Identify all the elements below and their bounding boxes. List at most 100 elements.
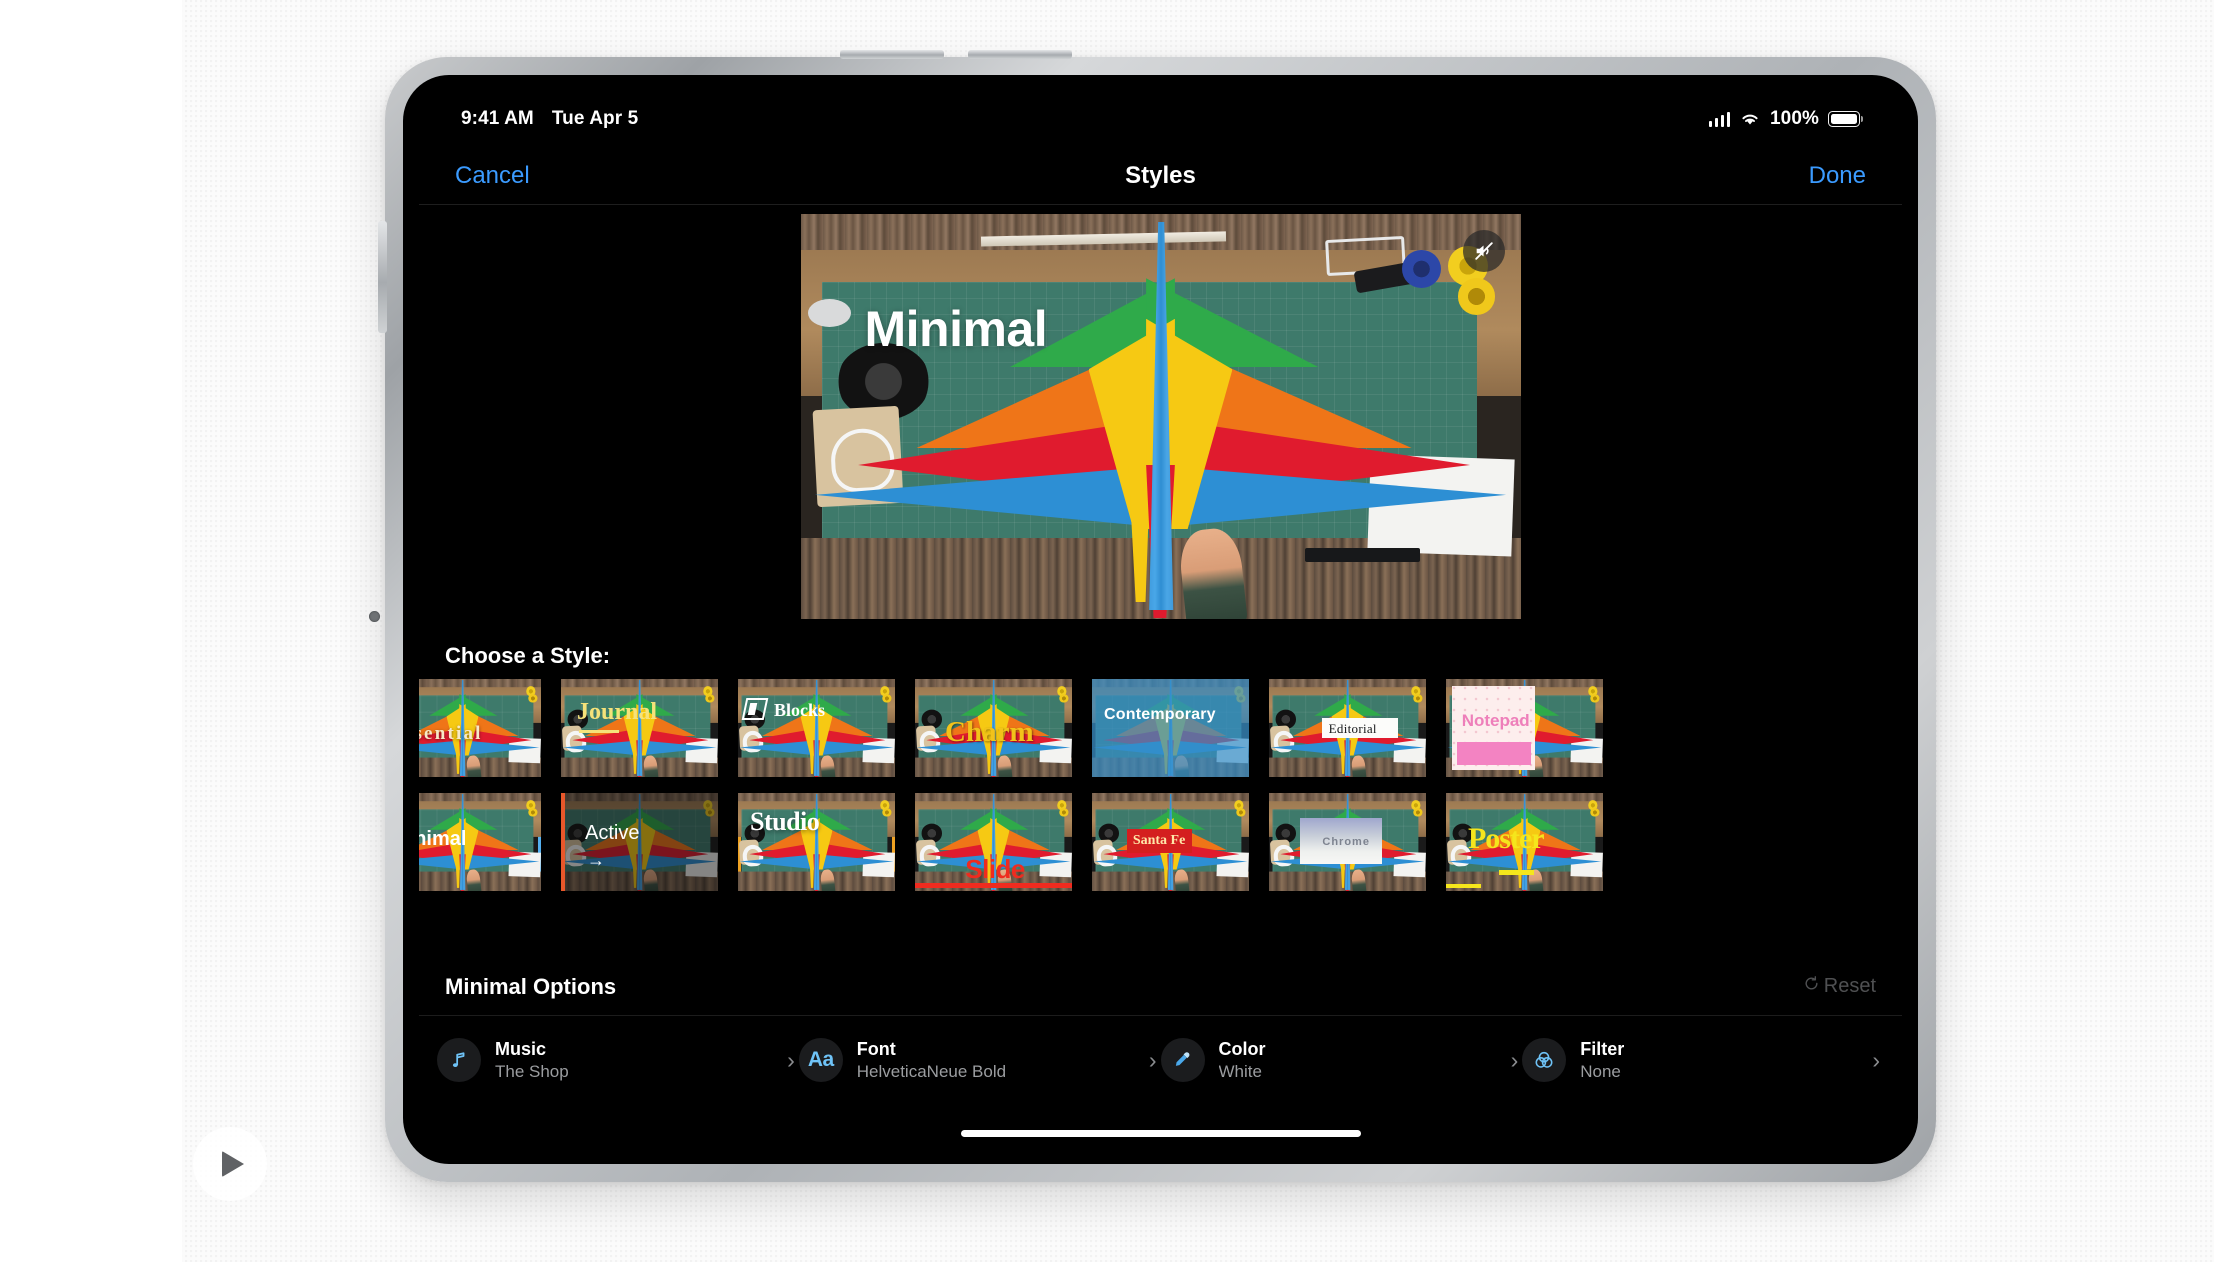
battery-percent-label: 100% <box>1770 108 1819 129</box>
preview-style-title: Minimal <box>864 300 1048 357</box>
play-icon <box>222 1151 244 1177</box>
status-date: Tue Apr 5 <box>551 108 639 129</box>
style-thumb-slide[interactable]: Slide <box>915 793 1072 891</box>
chevron-right-icon: › <box>787 1046 795 1073</box>
option-color[interactable]: Color White › <box>1160 1038 1523 1082</box>
music-note-icon <box>437 1038 481 1082</box>
option-font[interactable]: Aa Font HelveticaNeue Bold › <box>798 1038 1161 1082</box>
style-thumb-label: Contemporary <box>1104 706 1216 724</box>
style-thumb-label: Active <box>585 822 640 845</box>
style-thumb-studio[interactable]: Studio <box>738 793 895 891</box>
style-thumb-label: Charm <box>945 716 1034 749</box>
background-left-band <box>0 0 182 1262</box>
style-thumb-label: Santa Fe <box>1132 833 1186 849</box>
filter-circles-icon <box>1522 1038 1567 1082</box>
volume-up-button[interactable] <box>840 50 944 59</box>
choose-a-style-label: Choose a Style: <box>445 643 611 668</box>
option-label: Font <box>856 1038 896 1059</box>
style-thumb-label: Editorial <box>1328 721 1377 737</box>
battery-icon <box>1828 111 1860 127</box>
page-root: 9:41 AM Tue Apr 5 100% Cancel Styles Don… <box>0 0 2214 1262</box>
play-button[interactable] <box>193 1127 267 1201</box>
cancel-button[interactable]: Cancel <box>445 158 540 194</box>
style-thumb-blocks[interactable]: Blocks <box>738 679 895 777</box>
option-value: None <box>1580 1061 1621 1081</box>
active-accent-bar <box>561 793 565 891</box>
font-aa-icon: Aa <box>798 1038 843 1082</box>
chevron-right-icon: › <box>1148 1046 1157 1073</box>
option-color-text: Color White <box>1219 1039 1266 1082</box>
option-label: Color <box>1218 1038 1266 1059</box>
style-thumb-label: Journal <box>577 698 658 725</box>
style-thumb-label: Poster <box>1467 822 1545 856</box>
wifi-icon <box>1739 111 1761 127</box>
option-value: HelveticaNeue Bold <box>856 1061 1007 1081</box>
video-preview[interactable]: Minimal <box>800 213 1521 619</box>
home-indicator[interactable] <box>960 1130 1361 1137</box>
navigation-bar: Cancel Styles Done <box>419 147 1902 205</box>
option-value: White <box>1218 1061 1262 1081</box>
style-thumb-minimal[interactable]: Minimal <box>419 793 541 891</box>
style-thumb-poster[interactable]: Poster <box>1446 793 1603 891</box>
status-bar-left: 9:41 AM Tue Apr 5 <box>461 108 638 130</box>
poster-accent-bar-b <box>1446 884 1481 889</box>
reset-button[interactable]: Reset <box>1803 975 1876 998</box>
side-button[interactable] <box>378 221 387 333</box>
style-thumb-notepad[interactable]: Notepad <box>1446 679 1603 777</box>
status-bar: 9:41 AM Tue Apr 5 100% <box>419 91 1902 147</box>
style-thumb-active[interactable]: Active → <box>561 793 718 891</box>
contemporary-blue-tint <box>1092 679 1249 777</box>
chevron-right-icon: › <box>1510 1046 1519 1073</box>
status-time: 9:41 AM <box>461 108 534 129</box>
status-bar-right: 100% <box>1708 108 1860 130</box>
screen-bezel: 9:41 AM Tue Apr 5 100% Cancel Styles Don… <box>403 75 1918 1164</box>
option-value: The Shop <box>495 1061 569 1081</box>
options-title: Minimal Options <box>445 973 617 999</box>
style-thumb-label: Blocks <box>774 699 826 720</box>
style-thumb-label: Notepad <box>1461 711 1530 731</box>
journal-rule-decoration <box>579 729 619 733</box>
option-label: Music <box>495 1038 547 1059</box>
cellular-signal-icon <box>1708 111 1730 127</box>
speaker-mute-icon[interactable] <box>1462 229 1505 272</box>
refresh-counterclockwise-icon <box>1803 975 1820 998</box>
style-thumb-charm[interactable]: Charm <box>915 679 1072 777</box>
page-title: Styles <box>1125 161 1196 189</box>
option-filter[interactable]: Filter None › <box>1522 1038 1884 1082</box>
blocks-mark-icon <box>741 697 769 720</box>
style-thumb-santa-fe[interactable]: Santa Fe <box>1092 793 1249 891</box>
style-thumb-label: Minimal <box>419 828 467 851</box>
style-thumb-label: Chrome <box>1322 836 1370 849</box>
style-thumb-journal[interactable]: Journal <box>561 679 718 777</box>
style-thumbnail-row-2[interactable]: Minimal Active → <box>419 793 1902 891</box>
ipad-screen: 9:41 AM Tue Apr 5 100% Cancel Styles Don… <box>419 91 1902 1148</box>
ipad-device-frame: 9:41 AM Tue Apr 5 100% Cancel Styles Don… <box>369 50 1936 1182</box>
front-camera-icon <box>369 611 380 622</box>
style-thumb-label: Slide <box>965 853 1025 884</box>
style-thumb-essential[interactable]: Essential <box>419 679 541 777</box>
volume-down-button[interactable] <box>968 50 1072 59</box>
style-thumb-label: Studio <box>750 806 820 836</box>
style-thumb-contemporary[interactable]: Contemporary <box>1092 679 1249 777</box>
style-options-panel: Minimal Options Reset Music The Shop › A… <box>419 958 1902 1148</box>
done-button[interactable]: Done <box>1799 158 1876 194</box>
arrow-right-icon: → <box>587 849 605 870</box>
poster-accent-bar-a <box>1499 870 1534 876</box>
option-music[interactable]: Music The Shop › <box>437 1038 799 1082</box>
style-thumb-chrome[interactable]: Chrome <box>1269 793 1426 891</box>
eyedropper-icon <box>1160 1038 1205 1082</box>
preview-area: Minimal <box>419 206 1902 626</box>
option-label: Filter <box>1580 1038 1625 1059</box>
style-thumb-label: Essential <box>419 723 483 745</box>
style-thumbnail-row-1[interactable]: Essential Journal <box>419 679 1902 777</box>
slide-accent-bar <box>915 883 1072 888</box>
style-thumb-editorial[interactable]: Editorial <box>1269 679 1426 777</box>
option-filter-text: Filter None <box>1580 1039 1624 1082</box>
options-row: Music The Shop › Aa Font HelveticaNeue B… <box>419 1016 1902 1104</box>
chevron-right-icon: › <box>1872 1046 1880 1073</box>
preview-scene-artwork <box>800 213 1521 619</box>
font-aa-glyph: Aa <box>807 1048 834 1071</box>
option-music-text: Music The Shop <box>495 1039 569 1082</box>
option-font-text: Font HelveticaNeue Bold <box>857 1039 1006 1082</box>
notepad-swatch-decoration <box>1456 741 1531 766</box>
